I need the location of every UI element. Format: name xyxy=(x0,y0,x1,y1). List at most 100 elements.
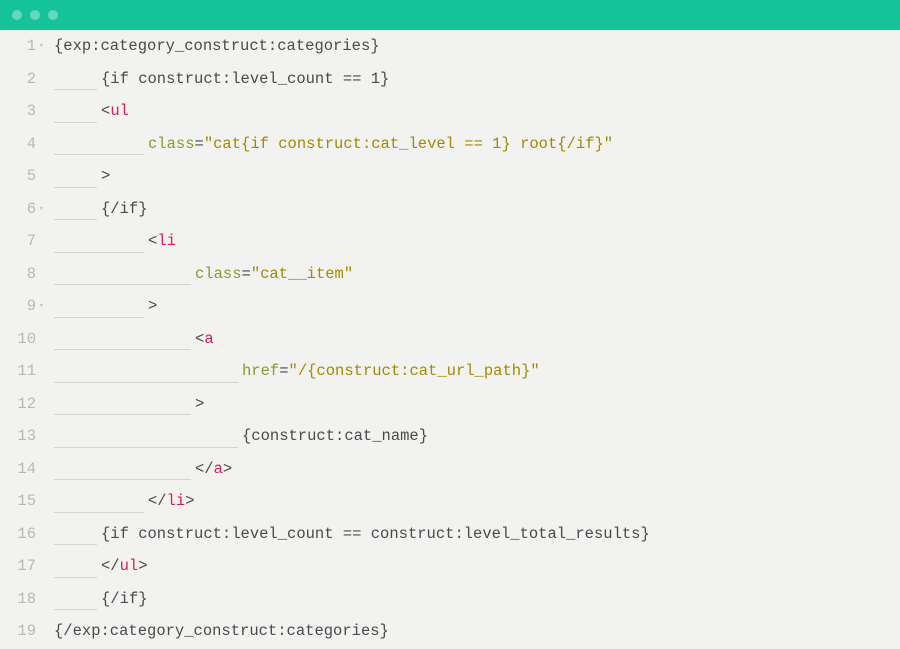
line-number: 18 xyxy=(0,583,36,616)
code-line[interactable]: class="cat__item" xyxy=(54,258,900,291)
line-content: > xyxy=(54,297,157,315)
indent-guide xyxy=(54,284,191,285)
indent-guide xyxy=(54,544,97,545)
code-editor[interactable]: 1▾23456▾789▾10111213141516171819 {exp:ca… xyxy=(0,30,900,649)
line-content: class="cat{if construct:cat_level == 1} … xyxy=(54,135,613,153)
line-content: {if construct:level_count == 1} xyxy=(54,70,389,88)
line-number: 9▾ xyxy=(0,290,36,323)
line-content: </a> xyxy=(54,460,232,478)
line-content: {construct:cat_name} xyxy=(54,427,428,445)
chevron-down-icon[interactable]: ▾ xyxy=(39,193,44,226)
code-line[interactable]: > xyxy=(54,160,900,193)
code-line[interactable]: {/if} xyxy=(54,583,900,616)
token-text: = xyxy=(242,265,251,283)
line-number: 4 xyxy=(0,128,36,161)
code-line[interactable]: {/exp:category_construct:categories} xyxy=(54,615,900,648)
code-line[interactable]: {if construct:level_count == 1} xyxy=(54,63,900,96)
chevron-down-icon[interactable]: ▾ xyxy=(39,30,44,63)
indent-guide xyxy=(54,382,238,383)
indent-guide xyxy=(54,252,144,253)
code-line[interactable]: {construct:cat_name} xyxy=(54,420,900,453)
window-titlebar xyxy=(0,0,900,30)
line-number: 16 xyxy=(0,518,36,551)
token-text: > xyxy=(148,297,157,315)
traffic-light-dot[interactable] xyxy=(48,10,58,20)
line-number: 6▾ xyxy=(0,193,36,226)
indent-guide xyxy=(54,122,97,123)
line-content: <a xyxy=(54,330,214,348)
token-text: {if construct:level_count == construct:l… xyxy=(101,525,650,543)
code-line[interactable]: > xyxy=(54,290,900,323)
token-text: = xyxy=(195,135,204,153)
line-content: {exp:category_construct:categories} xyxy=(54,37,380,55)
indent-guide xyxy=(54,187,97,188)
token-attr: href xyxy=(242,362,279,380)
traffic-light-dot[interactable] xyxy=(30,10,40,20)
code-line[interactable]: </li> xyxy=(54,485,900,518)
token-text: {/if} xyxy=(101,590,148,608)
token-tag: ul xyxy=(120,557,139,575)
code-line[interactable]: <ul xyxy=(54,95,900,128)
token-str: "cat{if construct:cat_level == 1} root{/… xyxy=(204,135,613,153)
indent-guide xyxy=(54,512,144,513)
line-number: 11 xyxy=(0,355,36,388)
token-tag: a xyxy=(204,330,213,348)
indent-guide xyxy=(54,609,97,610)
gutter: 1▾23456▾789▾10111213141516171819 xyxy=(0,30,44,649)
line-number: 5 xyxy=(0,160,36,193)
line-number: 1▾ xyxy=(0,30,36,63)
token-attr: class xyxy=(195,265,242,283)
line-content: > xyxy=(54,167,110,185)
line-content: href="/{construct:cat_url_path}" xyxy=(54,362,540,380)
code-line[interactable]: <li xyxy=(54,225,900,258)
token-text: > xyxy=(195,395,204,413)
code-line[interactable]: {/if} xyxy=(54,193,900,226)
chevron-down-icon[interactable]: ▾ xyxy=(39,290,44,323)
indent-guide xyxy=(54,89,97,90)
token-tag: li xyxy=(167,492,186,510)
token-str: "cat__item" xyxy=(251,265,353,283)
token-tag: ul xyxy=(110,102,129,120)
line-number: 7 xyxy=(0,225,36,258)
indent-guide xyxy=(54,219,97,220)
token-tag: a xyxy=(214,460,223,478)
line-content: {/exp:category_construct:categories} xyxy=(54,622,389,640)
line-number: 12 xyxy=(0,388,36,421)
code-line[interactable]: href="/{construct:cat_url_path}" xyxy=(54,355,900,388)
line-number: 15 xyxy=(0,485,36,518)
token-text: > xyxy=(185,492,194,510)
token-text: </ xyxy=(101,557,120,575)
line-content: </li> xyxy=(54,492,195,510)
token-text: {if construct:level_count == 1} xyxy=(101,70,389,88)
token-text: < xyxy=(195,330,204,348)
line-content: <ul xyxy=(54,102,129,120)
indent-guide xyxy=(54,447,238,448)
indent-guide xyxy=(54,154,144,155)
code-line[interactable]: </a> xyxy=(54,453,900,486)
token-str: "/{construct:cat_url_path}" xyxy=(289,362,540,380)
token-text: </ xyxy=(148,492,167,510)
code-line[interactable]: {if construct:level_count == construct:l… xyxy=(54,518,900,551)
code-line[interactable]: </ul> xyxy=(54,550,900,583)
line-number: 10 xyxy=(0,323,36,356)
line-content: {/if} xyxy=(54,590,148,608)
code-area[interactable]: {exp:category_construct:categories} {if c… xyxy=(44,30,900,649)
indent-guide xyxy=(54,577,97,578)
code-line[interactable]: class="cat{if construct:cat_level == 1} … xyxy=(54,128,900,161)
line-number: 17 xyxy=(0,550,36,583)
line-content: > xyxy=(54,395,204,413)
code-line[interactable]: > xyxy=(54,388,900,421)
line-content: <li xyxy=(54,232,176,250)
token-text: > xyxy=(101,167,110,185)
code-line[interactable]: <a xyxy=(54,323,900,356)
code-line[interactable]: {exp:category_construct:categories} xyxy=(54,30,900,63)
line-number: 8 xyxy=(0,258,36,291)
token-text: </ xyxy=(195,460,214,478)
traffic-light-dot[interactable] xyxy=(12,10,22,20)
line-content: </ul> xyxy=(54,557,148,575)
indent-guide xyxy=(54,479,191,480)
token-text: {/if} xyxy=(101,200,148,218)
line-number: 2 xyxy=(0,63,36,96)
token-text: < xyxy=(101,102,110,120)
token-text: = xyxy=(279,362,288,380)
